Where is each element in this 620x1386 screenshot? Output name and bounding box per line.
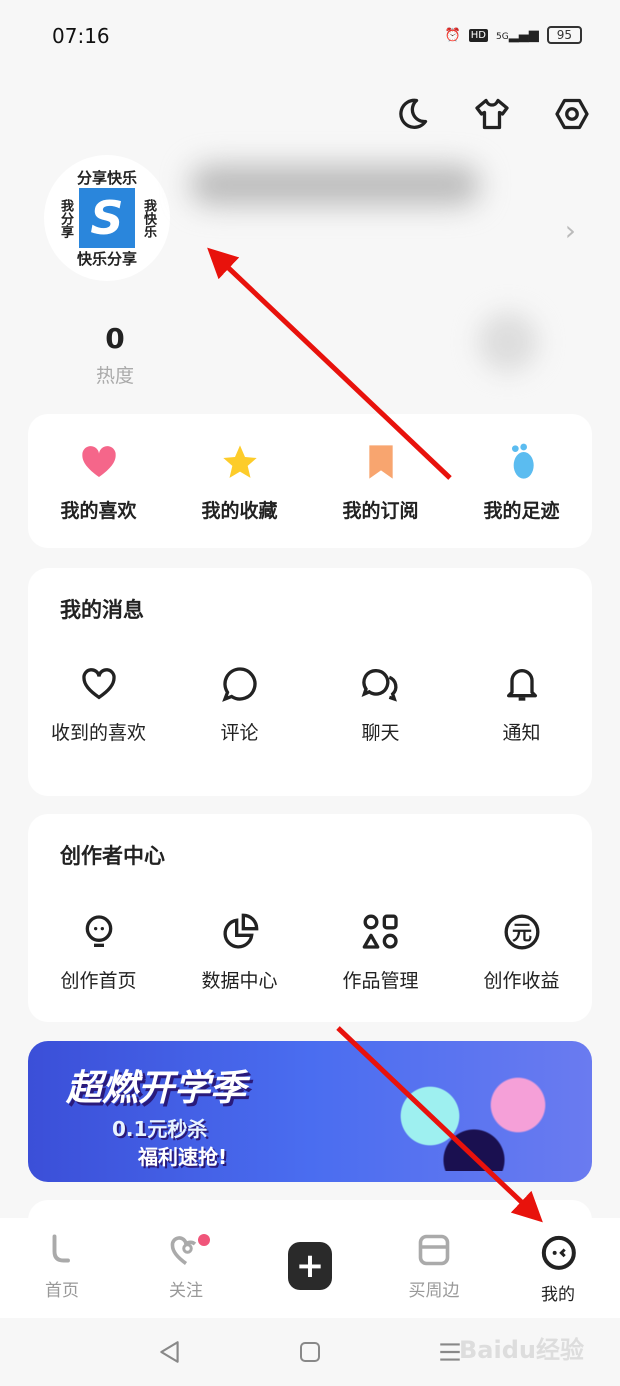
heart-outline-icon [81, 668, 116, 700]
svg-text:元: 元 [512, 921, 532, 945]
bulb-icon [85, 915, 112, 947]
star-icon [222, 445, 257, 478]
footprint-icon [511, 443, 534, 479]
nav-me[interactable]: 我的 [508, 1232, 608, 1305]
battery-icon: 95 [546, 26, 582, 44]
username-blurred [190, 165, 480, 205]
nav-create[interactable]: + [260, 1232, 360, 1290]
moon-icon[interactable] [394, 96, 430, 132]
status-time: 07:16 [52, 24, 110, 48]
chevron-right-icon[interactable]: › [565, 214, 576, 247]
shop-icon [418, 1234, 450, 1266]
plus-icon: + [288, 1242, 332, 1290]
blurred-stat [478, 312, 538, 372]
notification-badge [198, 1234, 210, 1246]
banner-illustration [342, 1061, 562, 1171]
stat-heat[interactable]: 0 热度 [70, 322, 160, 388]
home-square-icon[interactable] [298, 1340, 322, 1364]
alarm-icon: ⏰ [444, 27, 461, 43]
bookmark-icon [368, 445, 393, 479]
me-icon [541, 1235, 576, 1270]
logo-s: S [79, 188, 135, 248]
watermark: Baidu经验 [459, 1336, 584, 1364]
avatar[interactable]: 分享快乐 我分享 S 我快乐 快乐分享 [44, 155, 170, 281]
yuan-icon: 元 [504, 914, 539, 950]
signal-icon: 5G▂▄▆ [496, 27, 539, 43]
hd-icon: HD [468, 28, 489, 42]
creator-home[interactable]: 创作首页 [34, 912, 164, 993]
messages-title: 我的消息 [60, 598, 144, 622]
heart-icon [81, 446, 116, 477]
nav-home[interactable]: 首页 [12, 1232, 112, 1301]
pie-chart-icon [223, 913, 258, 949]
notifications[interactable]: 通知 [457, 664, 587, 745]
works-management[interactable]: 作品管理 [316, 912, 446, 993]
status-icons: ⏰ HD 5G▂▄▆ 95 [445, 26, 582, 44]
creator-center-card: 创作者中心 创作首页 数据中心 作品管理 元创作收益 [28, 814, 592, 1022]
quick-actions-card: 我的喜欢 我的收藏 我的订阅 我的足迹 [28, 414, 592, 548]
my-footprints[interactable]: 我的足迹 [457, 442, 587, 523]
received-likes[interactable]: 收到的喜欢 [34, 664, 164, 745]
settings-icon[interactable] [554, 96, 590, 132]
data-center[interactable]: 数据中心 [175, 912, 305, 993]
my-subscriptions[interactable]: 我的订阅 [316, 442, 446, 523]
creator-earnings[interactable]: 元创作收益 [457, 912, 587, 993]
comments[interactable]: 评论 [175, 664, 305, 745]
bell-icon [506, 669, 537, 701]
creator-title: 创作者中心 [60, 844, 165, 868]
nav-follow[interactable]: 关注 [136, 1232, 236, 1301]
chat[interactable]: 聊天 [316, 664, 446, 745]
tshirt-icon[interactable] [474, 96, 510, 132]
my-likes[interactable]: 我的喜欢 [34, 442, 164, 523]
home-icon [52, 1234, 70, 1263]
back-icon[interactable] [157, 1339, 183, 1365]
chat-icon [361, 668, 397, 702]
comment-icon [221, 667, 257, 702]
bottom-nav: 首页 关注 + 买周边 我的 [0, 1218, 620, 1318]
nav-shop[interactable]: 买周边 [384, 1232, 484, 1301]
my-favorites[interactable]: 我的收藏 [175, 442, 305, 523]
promo-banner[interactable]: 超燃开学季 0.1元秒杀 福利速抢! [28, 1041, 592, 1182]
messages-card: 我的消息 收到的喜欢 评论 聊天 通知 [28, 568, 592, 796]
header-actions [394, 96, 590, 132]
shapes-icon [362, 914, 398, 949]
